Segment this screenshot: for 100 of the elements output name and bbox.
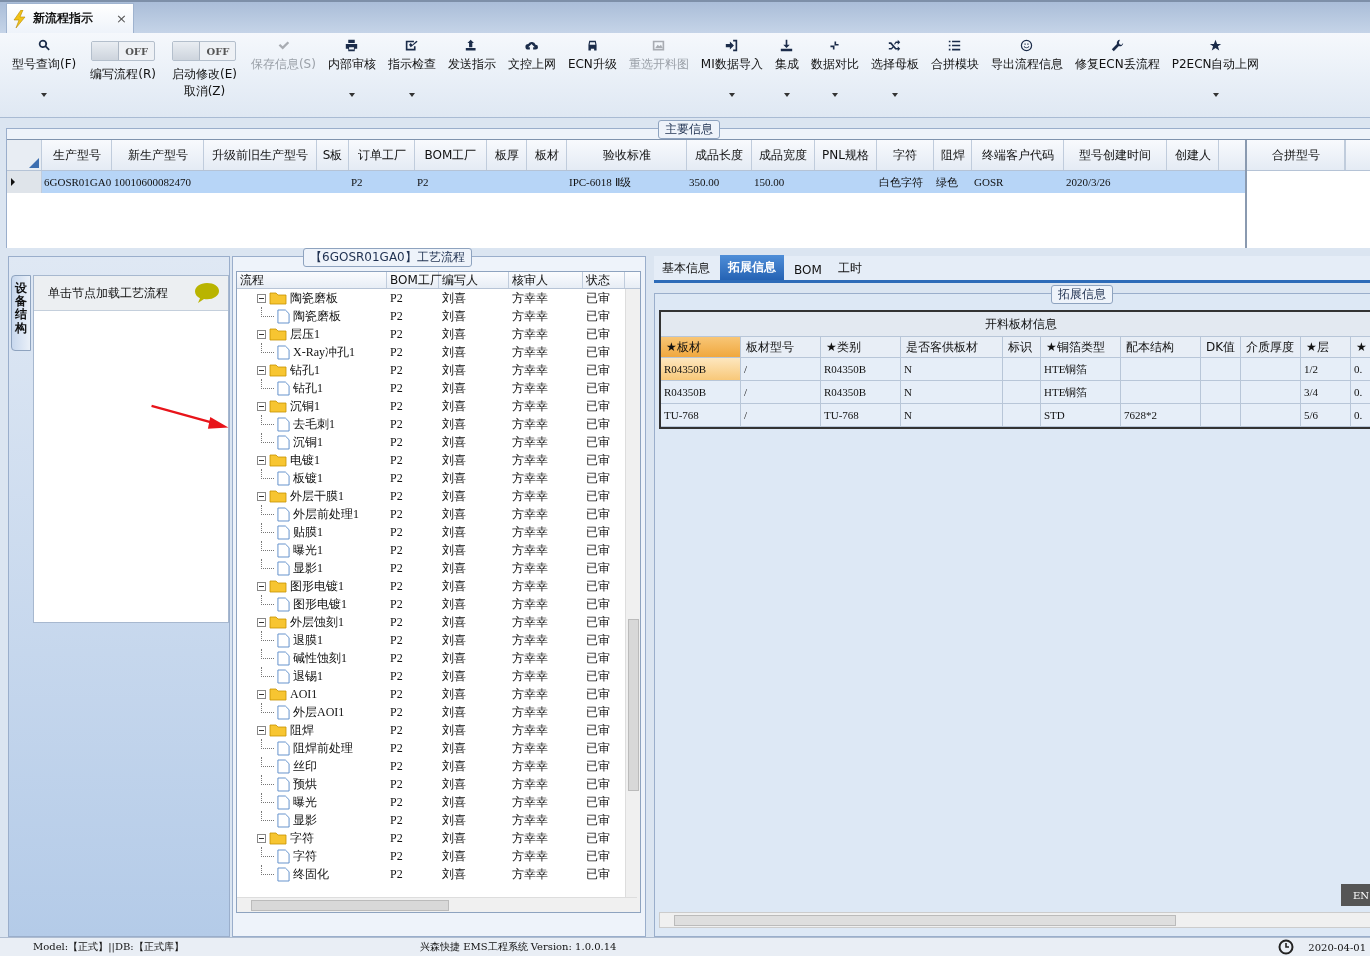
toolbar-button[interactable]: 指示检查 (387, 56, 436, 73)
column-header[interactable]: 状态 (583, 272, 625, 288)
table-row[interactable]: R04350B / R04350B N HTE铜箔 1/2 0. (661, 358, 1370, 381)
column-header[interactable]: 流程 (237, 272, 387, 288)
table-row[interactable]: R04350B / R04350B N HTE铜箔 3/4 0. (661, 381, 1370, 404)
column-header[interactable]: 标识 (1003, 336, 1041, 358)
tree-row[interactable]: 终固化 P2 刘喜 方幸幸 已审 (237, 865, 625, 883)
column-header[interactable]: 升级前旧生产型号 (204, 140, 317, 170)
detail-tab[interactable]: 工时 (831, 257, 868, 280)
collapse-toggle[interactable] (257, 617, 266, 627)
tree-row[interactable]: 图形电镀1 P2 刘喜 方幸幸 已审 (237, 577, 625, 595)
close-button[interactable]: × (116, 11, 127, 26)
column-header[interactable]: ★板材 (661, 336, 741, 358)
toolbar-button[interactable]: ECN升级 (567, 56, 617, 73)
column-header[interactable]: 板材型号 (741, 336, 821, 358)
tree-row[interactable]: 碱性蚀刻1 P2 刘喜 方幸幸 已审 (237, 649, 625, 667)
caret-icon[interactable] (891, 93, 898, 97)
column-header[interactable]: 终端客户代码 (972, 140, 1064, 170)
tree-row[interactable]: 外层干膜1 P2 刘喜 方幸幸 已审 (237, 487, 625, 505)
toolbar-button[interactable]: 内部审核 (327, 56, 376, 73)
toolbar-button[interactable]: 文控上网 (507, 56, 556, 73)
column-header[interactable]: 字符 (877, 140, 934, 170)
document-tab[interactable]: 新流程指示 × (6, 3, 134, 33)
column-header[interactable]: PNL规格 (815, 140, 877, 170)
column-header[interactable]: 成品长度 (687, 140, 752, 170)
tree-row[interactable]: 沉铜1 P2 刘喜 方幸幸 已审 (237, 397, 625, 415)
column-header[interactable]: 生产型号 (42, 140, 112, 170)
column-header[interactable]: ★层 (1301, 336, 1351, 358)
tree-row[interactable]: 去毛刺1 P2 刘喜 方幸幸 已审 (237, 415, 625, 433)
toolbar-button[interactable]: MI数据导入 (700, 56, 763, 73)
toolbar-button[interactable]: 发送指示 (447, 56, 496, 73)
detail-tab[interactable]: 基本信息 (656, 257, 716, 280)
column-header[interactable]: 验收标准 (567, 140, 687, 170)
collapse-toggle[interactable] (257, 491, 266, 501)
caret-icon[interactable] (831, 93, 838, 97)
tree-row[interactable]: 图形电镀1 P2 刘喜 方幸幸 已审 (237, 595, 625, 613)
tree-row[interactable]: 层压1 P2 刘喜 方幸幸 已审 (237, 325, 625, 343)
toolbar-button[interactable]: 数据对比 (810, 56, 859, 73)
tree-row[interactable]: 钻孔1 P2 刘喜 方幸幸 已审 (237, 379, 625, 397)
horizontal-scrollbar[interactable] (237, 897, 637, 912)
column-header[interactable]: S板 (317, 140, 349, 170)
tree-row[interactable]: 陶瓷磨板 P2 刘喜 方幸幸 已审 (237, 289, 625, 307)
collapse-toggle[interactable] (257, 689, 266, 699)
tree-row[interactable]: 曝光 P2 刘喜 方幸幸 已审 (237, 793, 625, 811)
column-header[interactable]: 新生产型号 (112, 140, 204, 170)
toolbar-button[interactable]: 型号查询(F) (12, 56, 77, 73)
detail-tab[interactable]: BOM (788, 260, 828, 280)
tree-row[interactable]: 显影 P2 刘喜 方幸幸 已审 (237, 811, 625, 829)
tree-row[interactable]: 贴膜1 P2 刘喜 方幸幸 已审 (237, 523, 625, 541)
caret-icon[interactable] (41, 93, 48, 97)
caret-icon[interactable] (728, 93, 735, 97)
collapse-toggle[interactable] (257, 365, 266, 375)
column-header[interactable]: 是否客供板材 (901, 336, 1003, 358)
tree-row[interactable]: AOI1 P2 刘喜 方幸幸 已审 (237, 685, 625, 703)
column-header[interactable]: BOM工厂 (415, 140, 487, 170)
tree-row[interactable]: 陶瓷磨板 P2 刘喜 方幸幸 已审 (237, 307, 625, 325)
toolbar-button[interactable]: 导出流程信息 (990, 56, 1063, 73)
collapse-toggle[interactable] (257, 329, 266, 339)
caret-icon[interactable] (408, 93, 415, 97)
tree-row[interactable]: 阻焊前处理 P2 刘喜 方幸幸 已审 (237, 739, 625, 757)
collapse-toggle[interactable] (257, 725, 266, 735)
collapse-toggle[interactable] (257, 581, 266, 591)
tree-row[interactable]: 预烘 P2 刘喜 方幸幸 已审 (237, 775, 625, 793)
tree-row[interactable]: 沉铜1 P2 刘喜 方幸幸 已审 (237, 433, 625, 451)
table-row[interactable]: TU-768 / TU-768 N STD 7628*2 5/6 0. (661, 404, 1370, 427)
collapse-toggle[interactable] (257, 293, 266, 303)
horizontal-scrollbar[interactable] (659, 912, 1370, 928)
column-header[interactable]: 成品宽度 (752, 140, 815, 170)
column-header[interactable]: 创建人 (1167, 140, 1219, 170)
vertical-scrollbar[interactable] (625, 289, 640, 912)
caret-icon[interactable] (348, 93, 355, 97)
toggle-switch[interactable]: OFF (91, 41, 156, 61)
tree-row[interactable]: 丝印 P2 刘喜 方幸幸 已审 (237, 757, 625, 775)
tree-row[interactable]: 退锡1 P2 刘喜 方幸幸 已审 (237, 667, 625, 685)
column-header[interactable]: 配本结构 (1121, 336, 1201, 358)
tree-row[interactable]: 字符 P2 刘喜 方幸幸 已审 (237, 829, 625, 847)
tree-row[interactable]: 外层蚀刻1 P2 刘喜 方幸幸 已审 (237, 613, 625, 631)
tree-row[interactable]: 显影1 P2 刘喜 方幸幸 已审 (237, 559, 625, 577)
column-header[interactable]: 型号创建时间 (1064, 140, 1167, 170)
toolbar-button[interactable]: 选择母板 (870, 56, 919, 73)
tree-row[interactable]: 退膜1 P2 刘喜 方幸幸 已审 (237, 631, 625, 649)
tree-row[interactable]: 板镀1 P2 刘喜 方幸幸 已审 (237, 469, 625, 487)
tree-row[interactable]: 钻孔1 P2 刘喜 方幸幸 已审 (237, 361, 625, 379)
tree-row[interactable]: 外层前处理1 P2 刘喜 方幸幸 已审 (237, 505, 625, 523)
toggle-switch[interactable]: OFF (172, 41, 237, 61)
column-header[interactable]: 阻焊 (934, 140, 972, 170)
toolbar-button[interactable]: P2ECN自动上网 (1171, 56, 1260, 73)
tree-row[interactable]: 字符 P2 刘喜 方幸幸 已审 (237, 847, 625, 865)
collapse-toggle[interactable] (257, 833, 266, 843)
column-header[interactable]: DK值 (1201, 336, 1241, 358)
tree-row[interactable]: 外层AOI1 P2 刘喜 方幸幸 已审 (237, 703, 625, 721)
toolbar-button[interactable]: 修复ECN丢流程 (1074, 56, 1160, 73)
column-header[interactable]: 板厚 (487, 140, 527, 170)
tree-row[interactable]: 电镀1 P2 刘喜 方幸幸 已审 (237, 451, 625, 469)
tree-row[interactable]: 曝光1 P2 刘喜 方幸幸 已审 (237, 541, 625, 559)
toolbar-button[interactable]: 合拼模块 (930, 56, 979, 73)
caret-icon[interactable] (783, 93, 790, 97)
detail-tab[interactable]: 拓展信息 (720, 255, 784, 280)
column-header[interactable]: 订单工厂 (349, 140, 415, 170)
collapse-toggle[interactable] (257, 401, 266, 411)
